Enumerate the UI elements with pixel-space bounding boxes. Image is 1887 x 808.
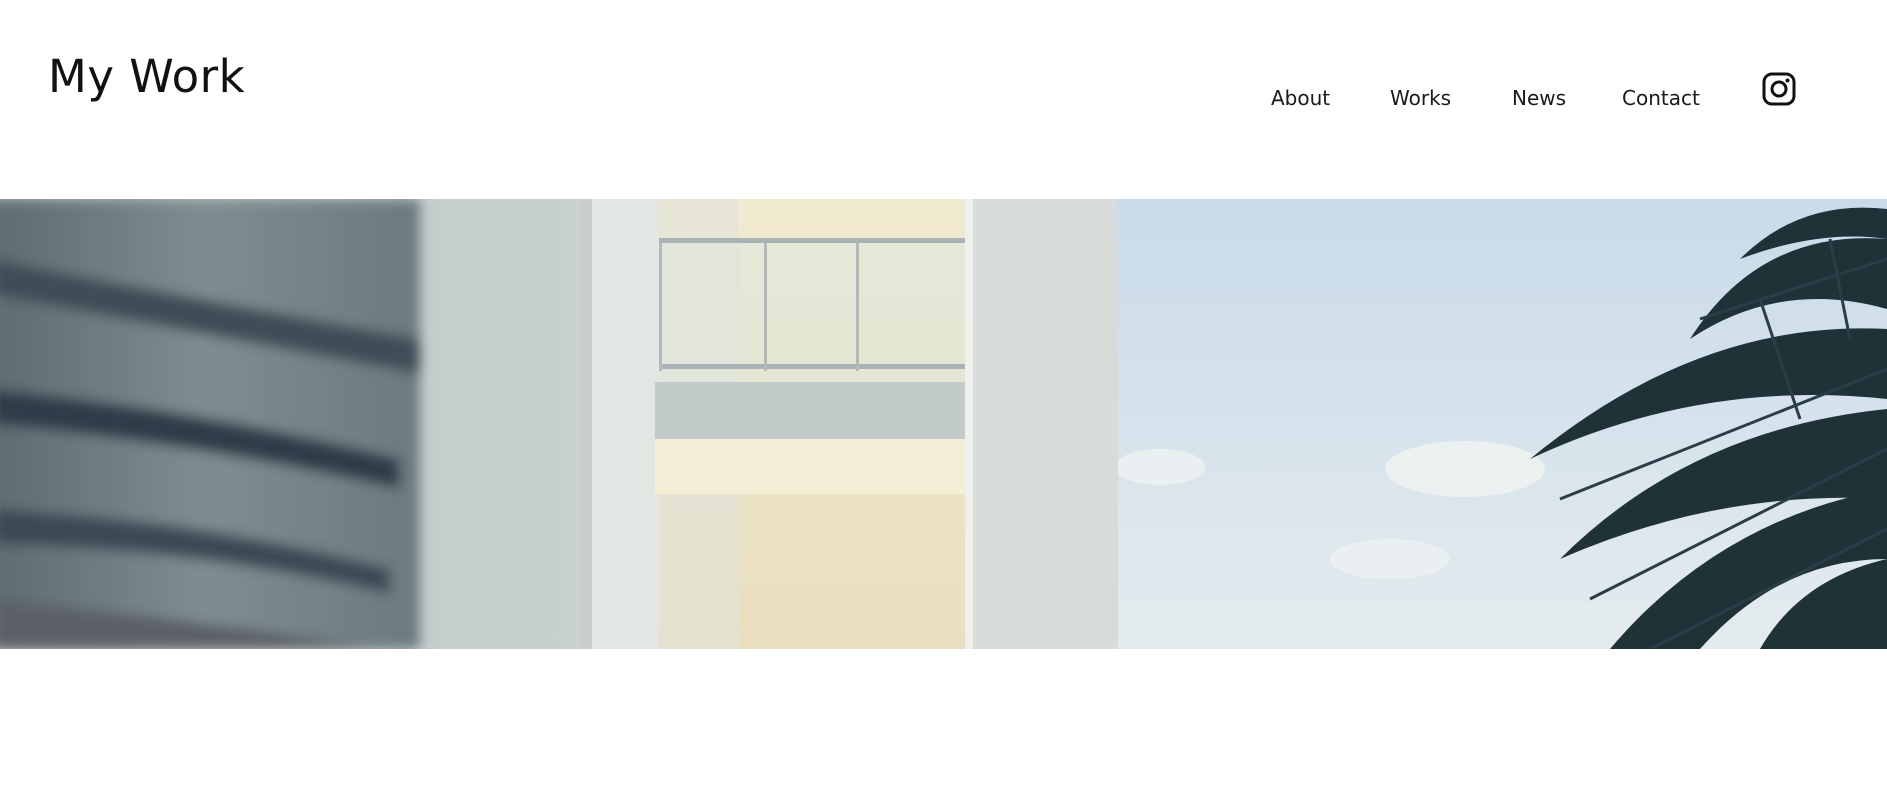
instagram-icon[interactable] [1762,72,1796,106]
nav-news-link[interactable]: News [1512,83,1566,113]
main-nav: About Works News Contact [0,83,1887,113]
nav-about-link[interactable]: About [1271,83,1330,113]
nav-contact-link[interactable]: Contact [1622,83,1700,113]
nav-works-link[interactable]: Works [1390,83,1451,113]
hero-image [0,199,1887,649]
site-header: My Work About Works News Contact [0,0,1887,199]
